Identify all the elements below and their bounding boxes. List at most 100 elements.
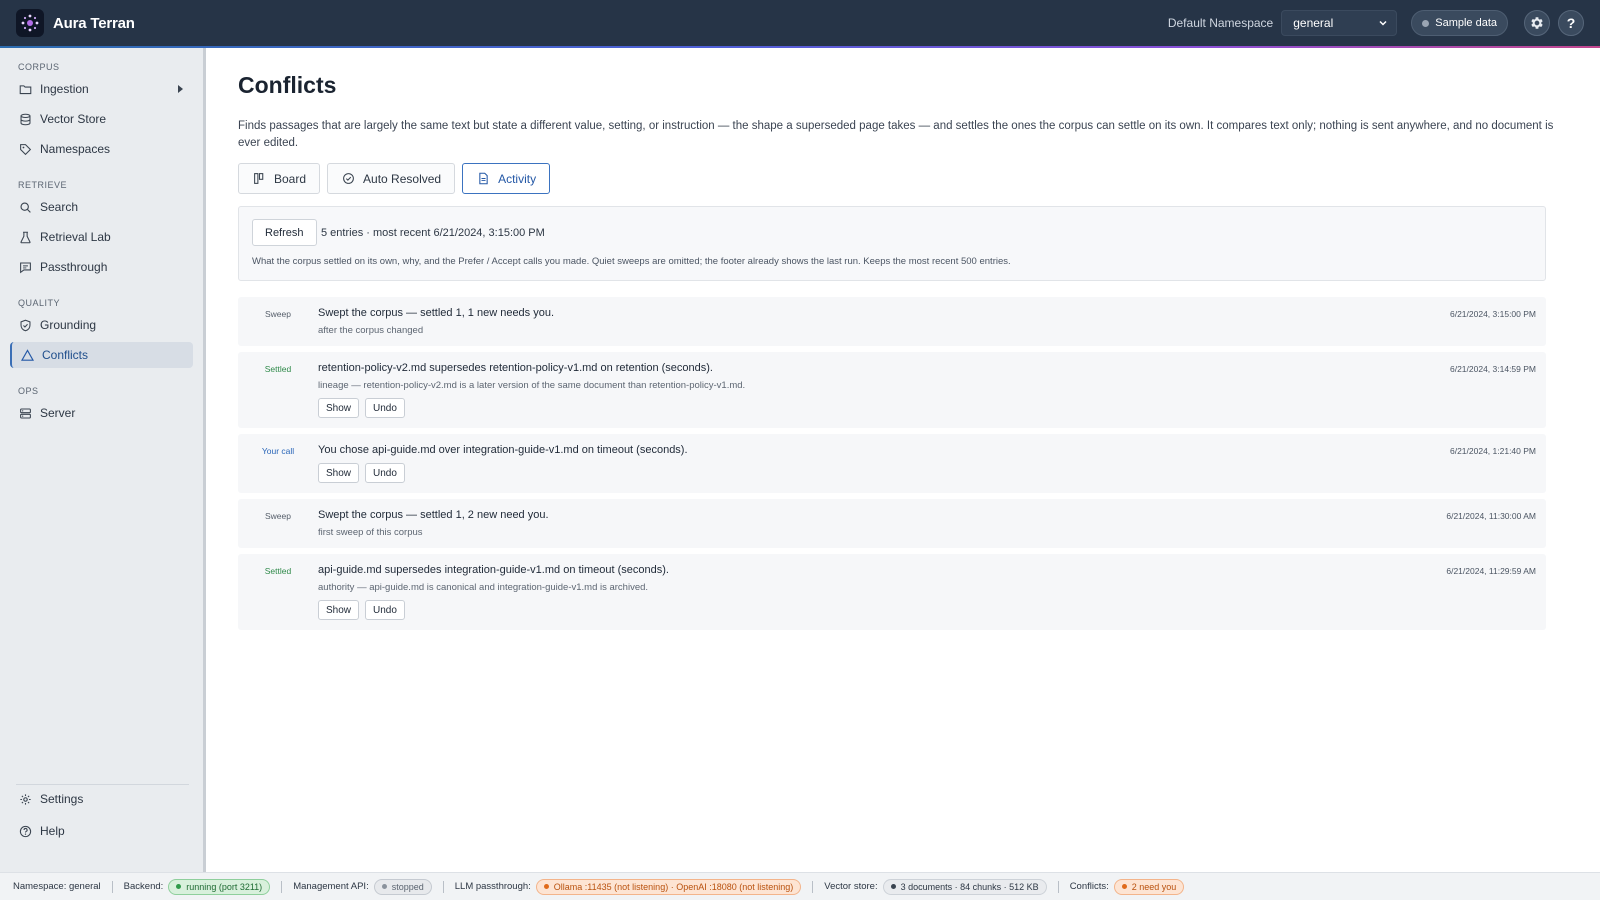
chevron-down-icon — [1379, 20, 1387, 26]
footer-divider — [812, 880, 814, 893]
footer-divider — [1057, 880, 1059, 893]
gear-icon — [1531, 17, 1543, 29]
mgmt-status-badge[interactable]: stopped — [373, 878, 432, 895]
undo-button[interactable]: Undo — [365, 600, 405, 620]
tab-label: Auto Resolved — [363, 171, 442, 186]
flask-icon — [20, 231, 31, 243]
entry-title: Swept the corpus — settled 1, 1 new need… — [318, 307, 555, 319]
sidebar-item-grounding[interactable]: Grounding — [10, 312, 193, 338]
show-button[interactable]: Show — [318, 463, 360, 483]
entry-title: api-guide.md supersedes integration-guid… — [318, 564, 669, 576]
vector-status-badge[interactable]: 3 documents · 84 chunks · 512 KB — [882, 878, 1047, 895]
entry-kind-badge: Settled — [264, 364, 292, 374]
refresh-button[interactable]: Refresh — [252, 219, 317, 246]
sidebar-section-retrieve: RETRIEVE — [18, 180, 68, 190]
top-bar: Aura Terran Default Namespace general Sa… — [0, 0, 1600, 46]
show-button[interactable]: Show — [318, 398, 360, 418]
entries-summary: 5 entries · most recent 6/21/2024, 3:15:… — [321, 227, 545, 239]
sidebar-item-server[interactable]: Server — [10, 400, 193, 426]
entry-timestamp: 6/21/2024, 1:21:40 PM — [1449, 446, 1536, 456]
footer-divider — [111, 880, 113, 893]
sidebar-item-retrieval-lab[interactable]: Retrieval Lab — [10, 224, 193, 250]
activity-panel: Refresh 5 entries · most recent 6/21/202… — [238, 206, 1546, 281]
entry-kind-badge: Settled — [264, 566, 292, 576]
warning-triangle-icon — [21, 348, 34, 361]
tab-activity[interactable]: Activity — [462, 163, 551, 194]
expand-arrow-icon[interactable] — [178, 85, 183, 93]
main-content: Conflicts Finds passages that are largel… — [209, 48, 1600, 872]
llm-status-badge[interactable]: Ollama :11435 (not listening) · OpenAI :… — [535, 878, 802, 895]
chat-icon — [20, 262, 31, 273]
sidebar-item-settings[interactable]: Settings — [10, 786, 193, 812]
activity-note: What the corpus settled on its own, why,… — [252, 256, 1011, 267]
footer-llm-label: LLM passthrough: — [454, 881, 531, 892]
gear-icon — [20, 793, 31, 805]
footer-conflicts-label: Conflicts: — [1069, 881, 1109, 892]
backend-status-badge[interactable]: running (port 3211) — [168, 878, 271, 895]
vector-status-text: 3 documents · 84 chunks · 512 KB — [900, 881, 1039, 892]
entry-detail: lineage — retention-policy-v2.md is a la… — [318, 380, 746, 391]
sidebar-section-corpus: CORPUS — [18, 62, 60, 72]
namespace-label: Default Namespace — [1167, 16, 1274, 30]
tab-label: Board — [274, 171, 307, 186]
entry-title: Swept the corpus — settled 1, 2 new need… — [318, 509, 549, 521]
llm-status-text: Ollama :11435 (not listening) · OpenAI :… — [553, 881, 794, 892]
entry-kind-badge: Your call — [261, 446, 295, 456]
undo-button[interactable]: Undo — [365, 398, 405, 418]
sidebar-item-search[interactable]: Search — [10, 194, 193, 220]
sidebar-item-label: Settings — [40, 792, 84, 806]
status-bar: Namespace: general Backend: running (por… — [0, 872, 1600, 900]
conflicts-status-badge[interactable]: 2 need you — [1113, 878, 1185, 895]
sidebar-item-label: Grounding — [40, 318, 97, 332]
check-circle-icon — [343, 173, 354, 184]
folder-icon — [19, 84, 32, 94]
backend-status-text: running (port 3211) — [186, 881, 263, 892]
entry-detail: authority — api-guide.md is canonical an… — [318, 582, 649, 593]
sidebar-item-label: Help — [40, 824, 65, 838]
brand[interactable]: Aura Terran — [16, 9, 135, 37]
page-title: Conflicts — [238, 72, 337, 98]
sidebar-item-label: Vector Store — [40, 112, 107, 126]
sidebar-item-help[interactable]: Help — [10, 818, 193, 844]
entry-title: You chose api-guide.md over integration-… — [318, 444, 688, 456]
show-button[interactable]: Show — [318, 600, 360, 620]
sample-data-status-dot — [1422, 19, 1430, 27]
shield-check-icon — [20, 319, 31, 331]
sample-data-button[interactable]: Sample data — [1411, 10, 1508, 36]
board-icon — [254, 173, 264, 184]
namespace-select[interactable]: general — [1281, 10, 1398, 36]
sidebar-item-namespaces[interactable]: Namespaces — [10, 136, 193, 162]
footer-vector-label: Vector store: — [824, 881, 878, 892]
activity-entry: Sweep Swept the corpus — settled 1, 2 ne… — [238, 499, 1546, 548]
entry-title: retention-policy-v2.md supersedes retent… — [318, 362, 713, 374]
sidebar-item-label: Conflicts — [42, 348, 89, 362]
status-dot-icon — [381, 884, 387, 889]
status-dot-icon — [543, 884, 549, 889]
database-icon — [20, 113, 31, 125]
status-dot-icon — [890, 884, 896, 889]
entry-timestamp: 6/21/2024, 3:14:59 PM — [1449, 364, 1536, 374]
footer-mgmt-label: Management API: — [293, 881, 369, 892]
document-icon — [479, 172, 488, 185]
view-tabs: Board Auto Resolved Activity — [238, 163, 557, 194]
sidebar-item-passthrough[interactable]: Passthrough — [10, 254, 193, 280]
tab-board[interactable]: Board — [238, 163, 321, 194]
app-name: Aura Terran — [53, 14, 135, 32]
tab-auto-resolved[interactable]: Auto Resolved — [327, 163, 456, 194]
undo-button[interactable]: Undo — [365, 463, 405, 483]
sidebar-item-label: Search — [40, 200, 79, 214]
entry-detail: first sweep of this corpus — [318, 527, 423, 538]
sidebar-item-label: Ingestion — [40, 82, 89, 96]
activity-entry: Settled api-guide.md supersedes integrat… — [238, 554, 1546, 630]
app-logo-icon — [16, 9, 44, 37]
sidebar-divider — [16, 784, 189, 785]
sidebar-item-vector-store[interactable]: Vector Store — [10, 106, 193, 132]
tag-icon — [20, 143, 32, 155]
footer-namespace: Namespace: general — [13, 881, 101, 892]
entry-timestamp: 6/21/2024, 11:30:00 AM — [1446, 511, 1536, 521]
help-button[interactable]: ? — [1558, 10, 1584, 36]
mgmt-status-text: stopped — [391, 881, 424, 892]
sidebar-item-ingestion[interactable]: Ingestion — [10, 76, 193, 102]
sidebar-item-conflicts[interactable]: Conflicts — [10, 342, 193, 368]
settings-button[interactable] — [1524, 10, 1550, 36]
